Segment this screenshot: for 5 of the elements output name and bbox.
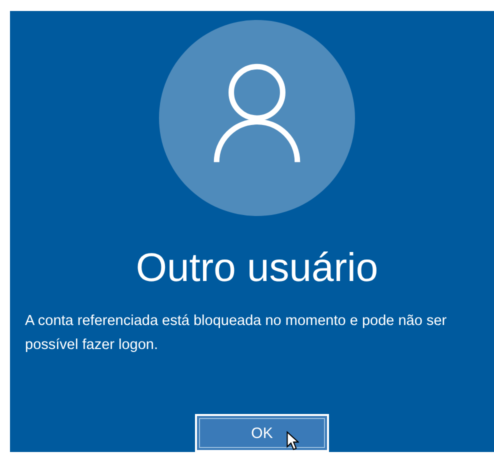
person-icon xyxy=(211,62,303,164)
user-name: Outro usuário xyxy=(136,246,378,291)
cursor-icon xyxy=(286,431,299,451)
ok-button[interactable]: OK xyxy=(195,414,329,452)
account-locked-message: A conta referenciada está bloqueada no momento e pode não ser possível fazer logon. xyxy=(24,312,448,355)
